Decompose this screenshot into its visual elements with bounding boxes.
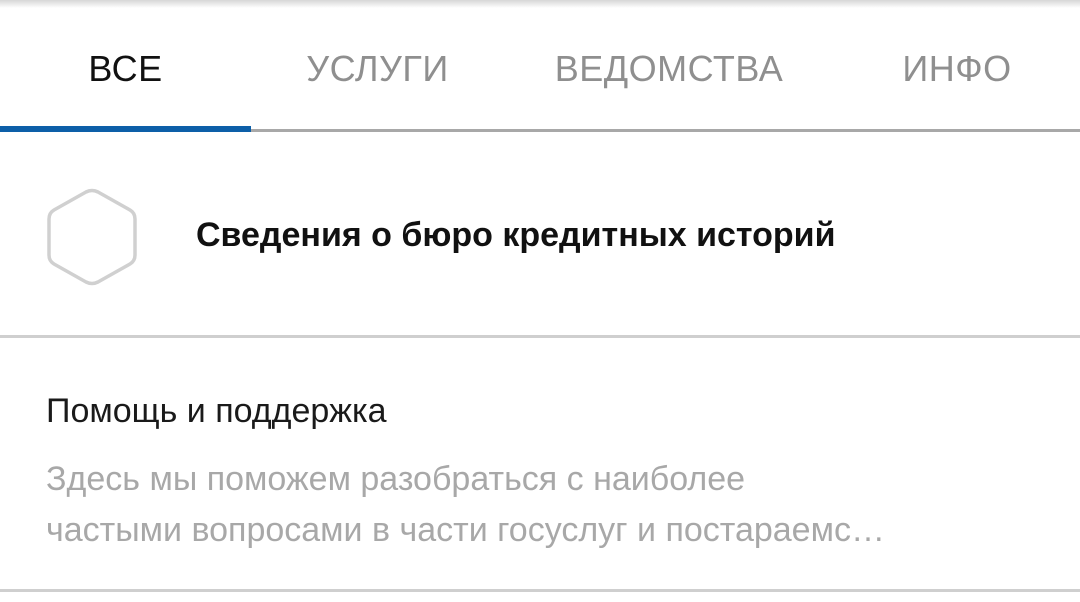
service-title: Сведения о бюро кредитных историй bbox=[196, 216, 836, 254]
tab-all[interactable]: ВСЕ bbox=[0, 0, 251, 132]
help-description-line-2: частыми вопросами в части госуслуг и пос… bbox=[46, 511, 885, 549]
help-description-line-1: Здесь мы поможем разобраться с наиболее bbox=[46, 460, 746, 498]
help-result-item[interactable]: Помощь и поддержка Здесь мы поможем разо… bbox=[0, 338, 1080, 592]
help-description: Здесь мы поможем разобраться с наиболее … bbox=[46, 454, 1031, 556]
tab-departments[interactable]: ВЕДОМСТВА bbox=[504, 0, 834, 129]
service-result-item[interactable]: Сведения о бюро кредитных историй bbox=[0, 132, 1080, 338]
tab-services[interactable]: УСЛУГИ bbox=[251, 0, 504, 129]
search-results-screen: ВСЕ УСЛУГИ ВЕДОМСТВА ИНФО Сведения о бюр… bbox=[0, 0, 1080, 602]
hexagon-icon bbox=[47, 188, 137, 286]
help-title: Помощь и поддержка bbox=[46, 392, 387, 430]
category-tabs: ВСЕ УСЛУГИ ВЕДОМСТВА ИНФО bbox=[0, 0, 1080, 132]
tab-info[interactable]: ИНФО bbox=[834, 0, 1080, 129]
